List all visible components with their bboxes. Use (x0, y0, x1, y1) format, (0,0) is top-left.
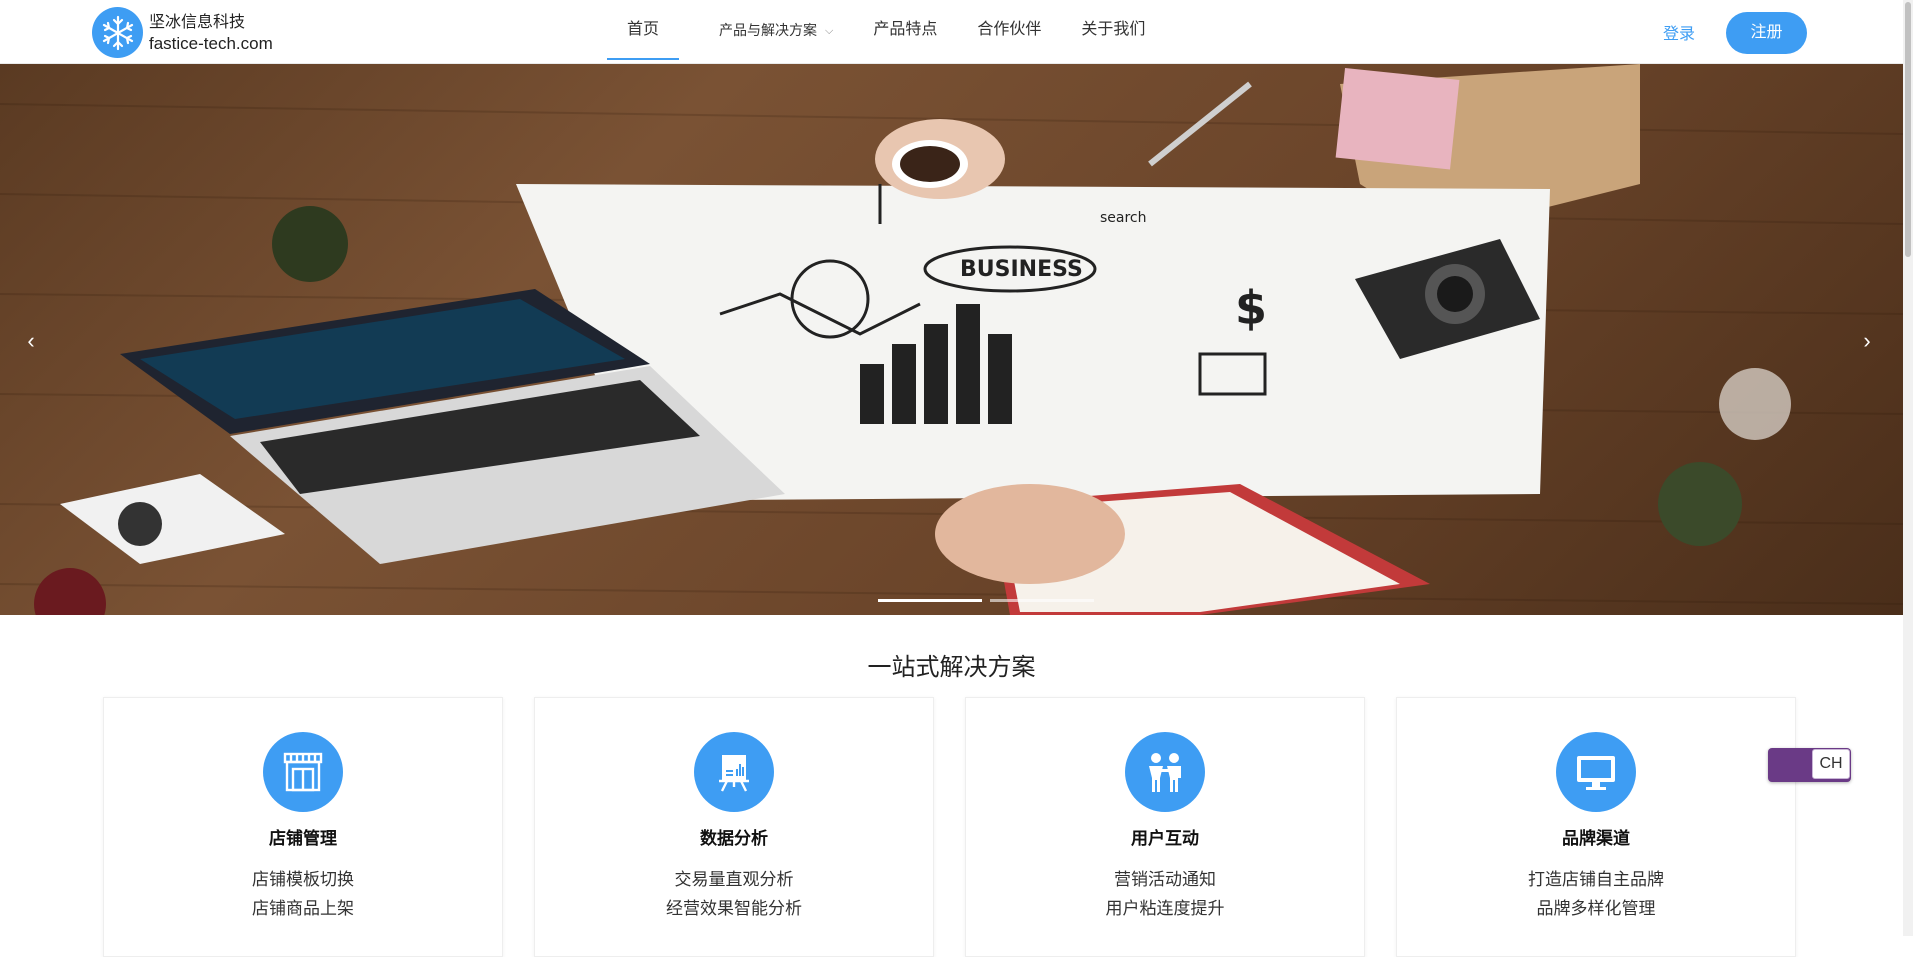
card-data-analysis[interactable]: 数据分析 交易量直观分析 经营效果智能分析 (534, 697, 934, 957)
scrollbar-thumb[interactable] (1905, 2, 1911, 257)
card-line: 经营效果智能分析 (666, 899, 802, 918)
snowflake-icon (92, 7, 143, 58)
two-people-icon (1125, 732, 1205, 812)
logo-company-name: 坚冰信息科技 (149, 13, 246, 31)
card-title: 用户互动 (1131, 829, 1199, 848)
nav-products-solutions-label: 产品与解决方案 (719, 22, 818, 38)
page-scrollbar[interactable] (1903, 0, 1913, 936)
language-toggle[interactable]: CH (1768, 748, 1851, 782)
hero-banner-image: BUSINESS search $ (0, 64, 1903, 615)
card-line: 营销活动通知 (1114, 870, 1216, 889)
main-nav: 首页 产品与解决方案 ⌵ 产品特点 合作伙伴 关于我们 (607, 0, 1185, 64)
logo-domain: fastice-tech.com (149, 33, 273, 53)
card-line: 品牌多样化管理 (1536, 899, 1656, 918)
storefront-icon (263, 732, 343, 812)
card-line: 店铺商品上架 (252, 899, 354, 918)
register-button[interactable]: 注册 (1726, 12, 1807, 54)
login-link[interactable]: 登录 (1663, 20, 1695, 44)
card-line: 打造店铺自主品牌 (1528, 870, 1664, 889)
nav-partners[interactable]: 合作伙伴 (977, 0, 1041, 60)
chevron-down-icon: ⌵ (825, 25, 834, 37)
carousel-dot-2[interactable] (990, 599, 1094, 602)
carousel-next-arrow[interactable]: › (1855, 328, 1879, 354)
solutions-title: 一站式解决方案 (867, 654, 1036, 681)
card-store-management[interactable]: 店铺管理 店铺模板切换 店铺商品上架 (103, 697, 503, 957)
carousel-indicators (878, 599, 1102, 602)
card-line: 用户粘连度提升 (1105, 899, 1225, 918)
logo[interactable]: 坚冰信息科技 fastice-tech.com (92, 7, 273, 58)
nav-product-features[interactable]: 产品特点 (873, 0, 937, 60)
top-header: 坚冰信息科技 fastice-tech.com 首页 产品与解决方案 ⌵ 产品特点… (0, 0, 1903, 64)
dollar-icon: $ (1235, 281, 1267, 335)
monitor-icon (1556, 732, 1636, 812)
carousel-dot-1[interactable] (878, 599, 982, 602)
card-title: 店铺管理 (269, 829, 337, 848)
card-brand-channel[interactable]: 品牌渠道 打造店铺自主品牌 品牌多样化管理 (1396, 697, 1796, 957)
card-title: 数据分析 (700, 829, 768, 848)
nav-home[interactable]: 首页 (607, 0, 680, 60)
language-toggle-label: CH (1812, 749, 1850, 779)
nav-about-us[interactable]: 关于我们 (1081, 0, 1145, 60)
card-line: 交易量直观分析 (674, 870, 794, 889)
nav-products-solutions[interactable]: 产品与解决方案 ⌵ (719, 0, 833, 60)
card-title: 品牌渠道 (1562, 829, 1630, 848)
hero-carousel: BUSINESS search $ ‹ › (0, 64, 1903, 615)
presentation-board-icon (694, 732, 774, 812)
banner-sketch-business: BUSINESS (960, 257, 1083, 282)
card-line: 店铺模板切换 (252, 870, 354, 889)
card-user-interaction[interactable]: 用户互动 营销活动通知 用户粘连度提升 (965, 697, 1365, 957)
banner-sketch-search: search (1100, 210, 1147, 226)
carousel-prev-arrow[interactable]: ‹ (19, 328, 43, 354)
